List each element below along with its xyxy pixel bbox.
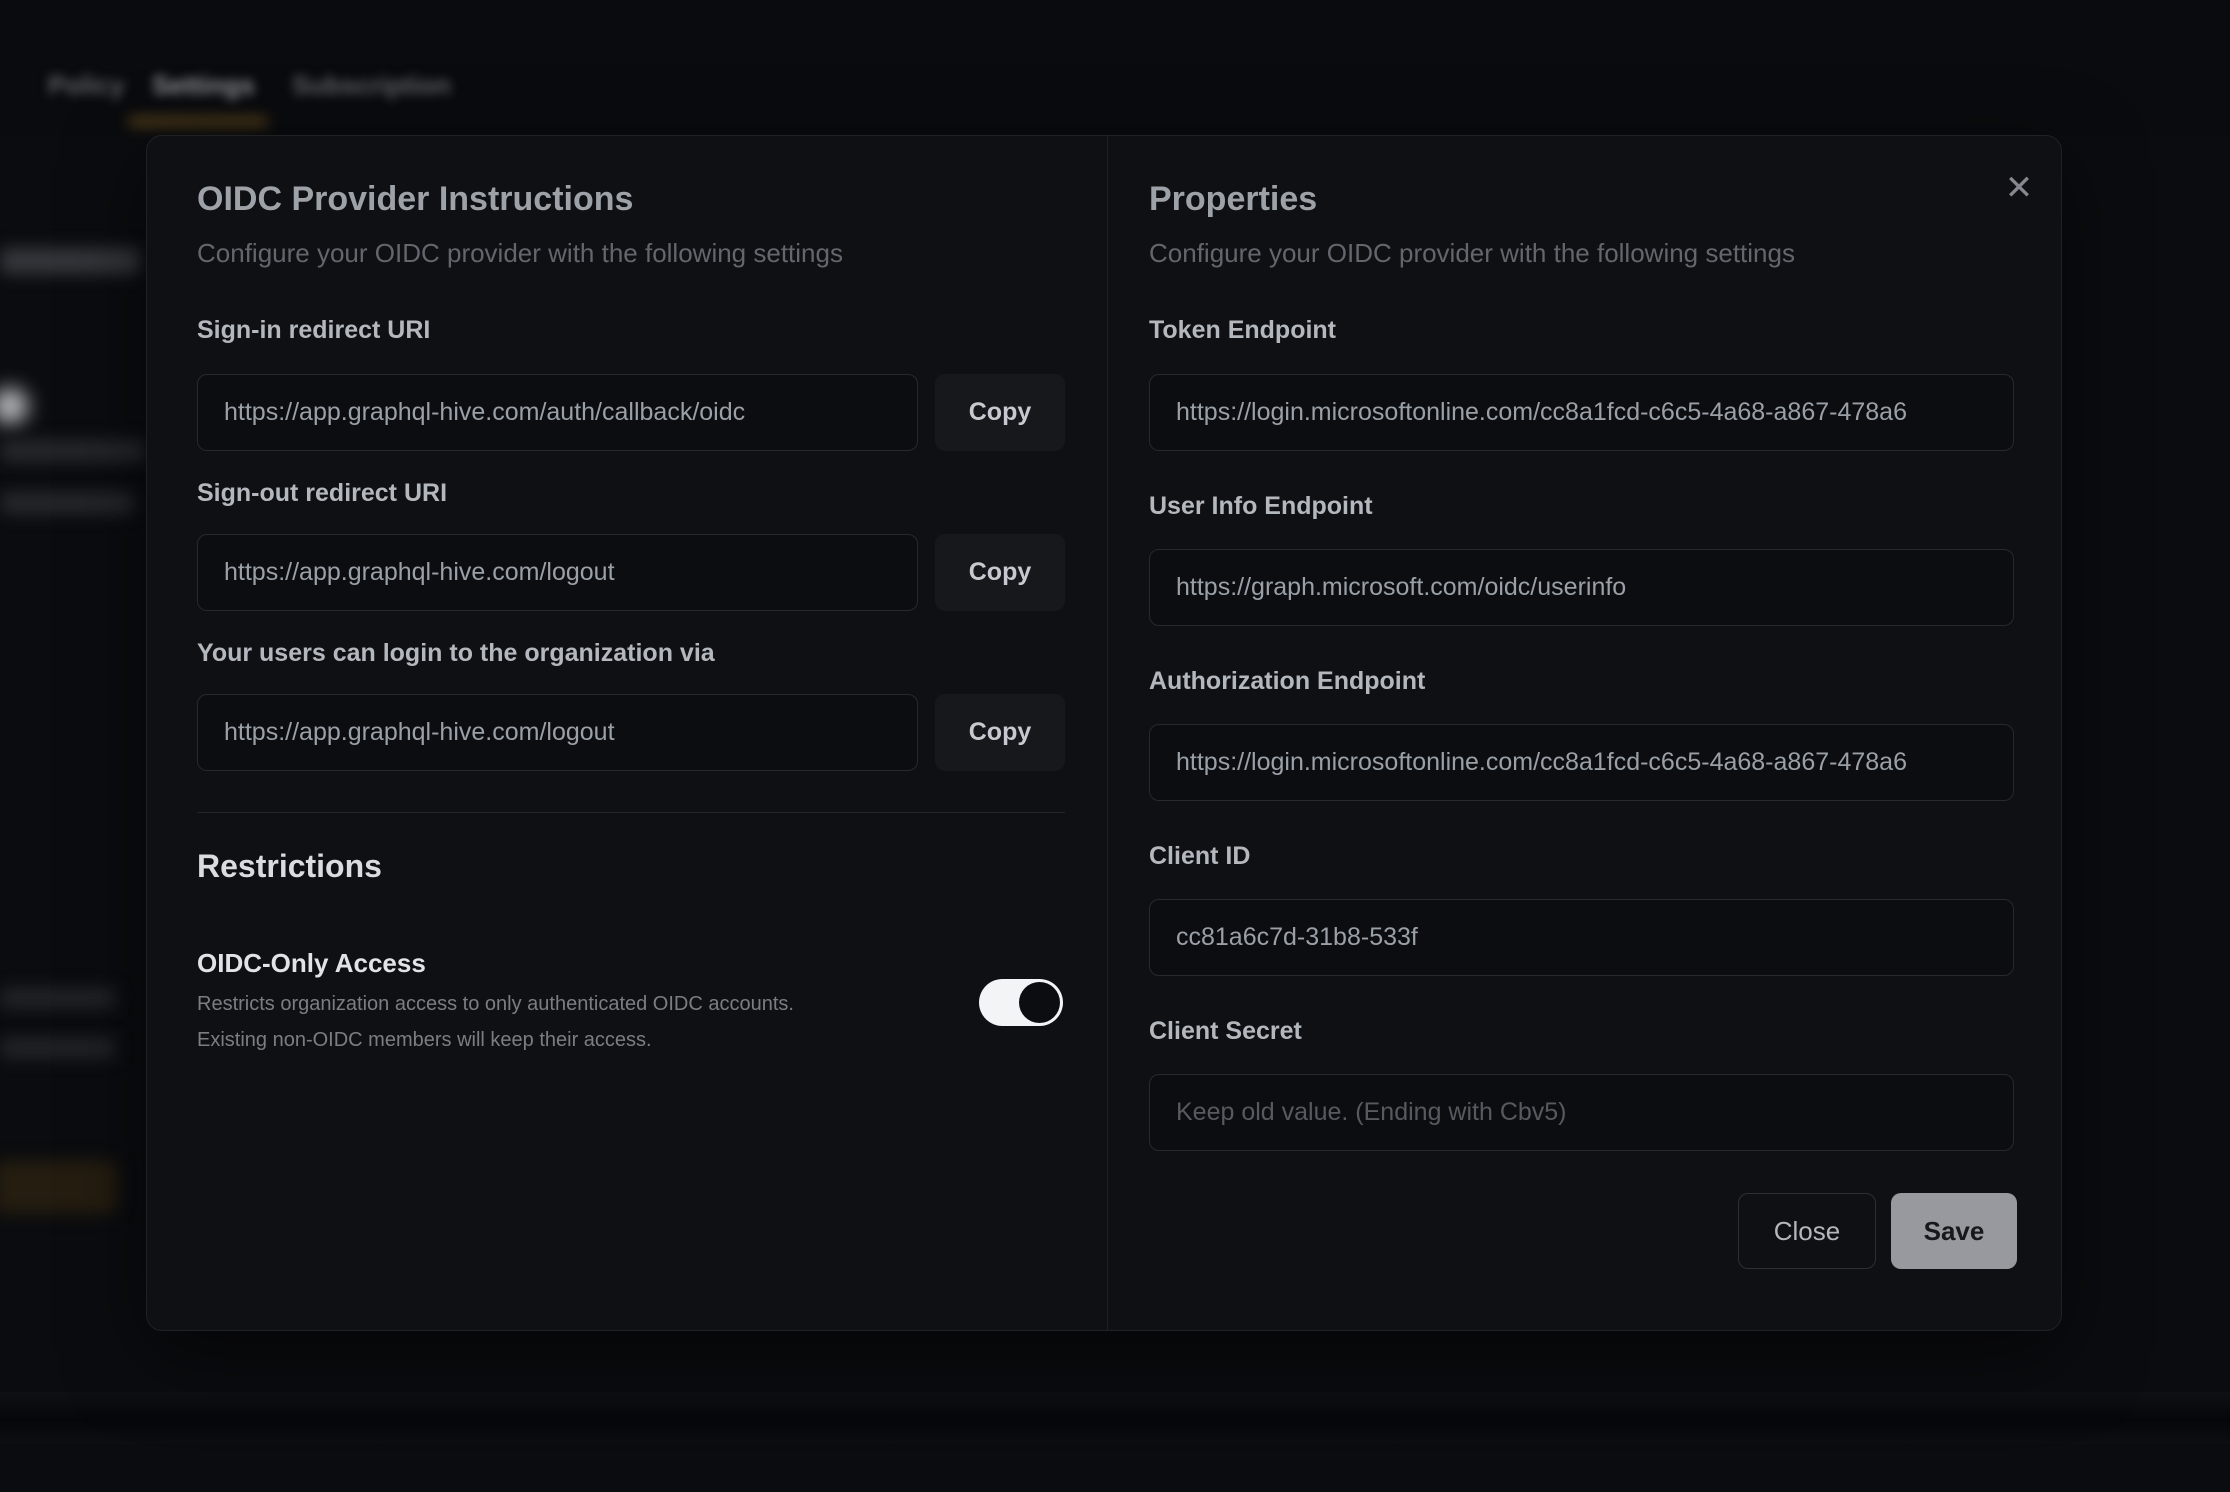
oidc-settings-modal: ✕ OIDC Provider Instructions Configure y… <box>146 135 2062 1331</box>
login-via-input[interactable] <box>197 694 918 771</box>
user-info-endpoint-label: User Info Endpoint <box>1149 492 1373 521</box>
blurred-background-text <box>0 1038 116 1058</box>
background-bottom-band <box>0 1392 2230 1444</box>
blurred-background-text <box>0 988 116 1008</box>
instructions-title: OIDC Provider Instructions <box>197 180 633 219</box>
oidc-only-access-description: Restricts organization access to only au… <box>197 986 857 1058</box>
restrictions-heading: Restrictions <box>197 848 382 885</box>
sign-out-redirect-uri-label: Sign-out redirect URI <box>197 479 447 508</box>
blurred-background-text <box>0 492 134 514</box>
blurred-background-button <box>0 1160 118 1214</box>
close-icon[interactable]: ✕ <box>1993 162 2045 214</box>
sign-in-redirect-uri-input[interactable] <box>197 374 918 451</box>
app-screen: Policy Settings Subscription ✕ OIDC Prov… <box>0 0 2230 1492</box>
token-endpoint-input[interactable] <box>1149 374 2014 451</box>
client-secret-input[interactable] <box>1149 1074 2014 1151</box>
sign-out-redirect-uri-input[interactable] <box>197 534 918 611</box>
tab-settings: Settings <box>152 70 255 101</box>
copy-sign-in-uri-button[interactable]: Copy <box>935 374 1065 451</box>
client-secret-label: Client Secret <box>1149 1017 1302 1046</box>
toggle-knob-icon <box>1019 982 1060 1023</box>
blurred-background-text <box>0 440 146 462</box>
close-button[interactable]: Close <box>1738 1193 1876 1269</box>
authorization-endpoint-label: Authorization Endpoint <box>1149 667 1425 696</box>
copy-login-via-button[interactable]: Copy <box>935 694 1065 771</box>
token-endpoint-label: Token Endpoint <box>1149 316 1336 345</box>
authorization-endpoint-input[interactable] <box>1149 724 2014 801</box>
active-tab-underline <box>128 117 268 126</box>
login-via-label: Your users can login to the organization… <box>197 639 715 668</box>
tab-subscription: Subscription <box>292 70 451 101</box>
instructions-subtitle: Configure your OIDC provider with the fo… <box>197 238 843 269</box>
tab-policy: Policy <box>48 70 125 101</box>
properties-title: Properties <box>1149 180 1317 219</box>
copy-sign-out-uri-button[interactable]: Copy <box>935 534 1065 611</box>
user-info-endpoint-input[interactable] <box>1149 549 2014 626</box>
properties-subtitle: Configure your OIDC provider with the fo… <box>1149 238 1795 269</box>
client-id-label: Client ID <box>1149 842 1250 871</box>
oidc-only-access-toggle[interactable] <box>979 979 1063 1026</box>
save-button[interactable]: Save <box>1891 1193 2017 1269</box>
client-id-input[interactable] <box>1149 899 2014 976</box>
oidc-only-access-label: OIDC-Only Access <box>197 948 426 979</box>
column-divider <box>1107 136 1108 1330</box>
sign-in-redirect-uri-label: Sign-in redirect URI <box>197 316 430 345</box>
blurred-background-text <box>0 248 140 274</box>
background-tab-bar: Policy Settings Subscription <box>0 0 2230 135</box>
section-divider <box>197 812 1065 813</box>
blurred-background-blob <box>0 388 28 424</box>
